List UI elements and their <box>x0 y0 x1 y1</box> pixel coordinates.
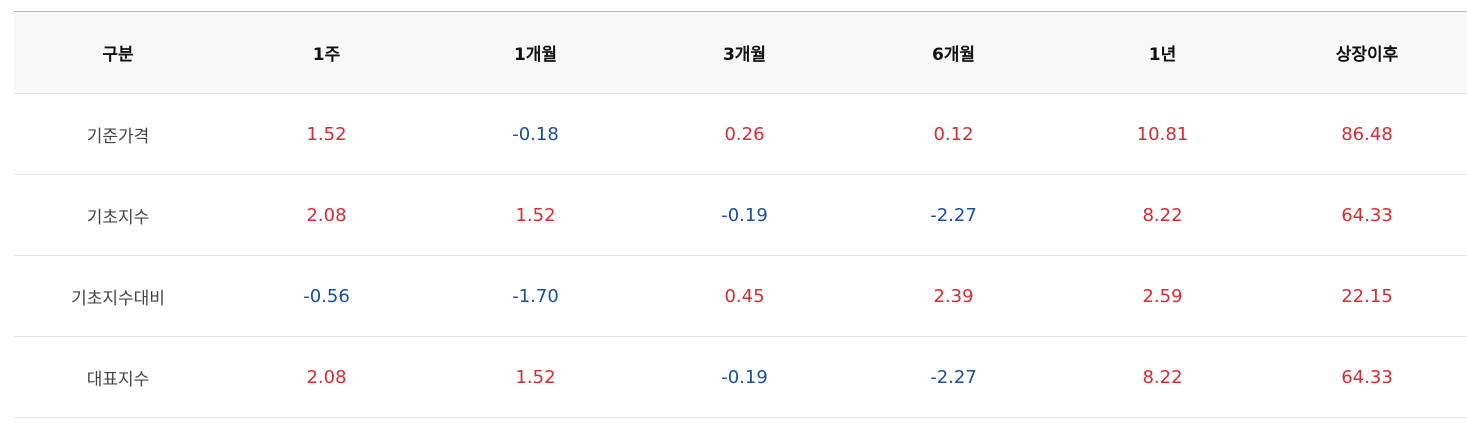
value-cell: 64.33 <box>1267 336 1467 418</box>
table-row: 기준가격 1.52 -0.18 0.26 0.12 10.81 86.48 <box>14 93 1467 175</box>
header-row: 구분 1주 1개월 3개월 6개월 1년 상장이후 <box>14 11 1467 94</box>
returns-table: 구분 1주 1개월 3개월 6개월 1년 상장이후 기준가격 1.52 -0.1… <box>14 11 1467 418</box>
header-1-month: 1개월 <box>431 11 640 94</box>
table-row: 대표지수 2.08 1.52 -0.19 -2.27 8.22 64.33 <box>14 336 1467 418</box>
value-cell: 8.22 <box>1058 174 1267 256</box>
header-category: 구분 <box>14 11 222 94</box>
value-cell: 2.08 <box>222 336 431 418</box>
value-cell: -0.56 <box>222 255 431 337</box>
value-cell: -0.19 <box>640 336 849 418</box>
header-1-week: 1주 <box>222 11 431 94</box>
row-label: 기준가격 <box>14 93 222 175</box>
header-6-months: 6개월 <box>849 11 1058 94</box>
value-cell: 64.33 <box>1267 174 1467 256</box>
header-3-months: 3개월 <box>640 11 849 94</box>
value-cell: 2.59 <box>1058 255 1267 337</box>
value-cell: -0.19 <box>640 174 849 256</box>
value-cell: 22.15 <box>1267 255 1467 337</box>
value-cell: 8.22 <box>1058 336 1267 418</box>
value-cell: -2.27 <box>849 336 1058 418</box>
table-body: 기준가격 1.52 -0.18 0.26 0.12 10.81 86.48 기초… <box>14 93 1467 418</box>
value-cell: 0.26 <box>640 93 849 175</box>
row-label: 기초지수대비 <box>14 255 222 337</box>
header-1-year: 1년 <box>1058 11 1267 94</box>
value-cell: -0.18 <box>431 93 640 175</box>
value-cell: -2.27 <box>849 174 1058 256</box>
table-row: 기초지수 2.08 1.52 -0.19 -2.27 8.22 64.33 <box>14 174 1467 256</box>
row-label: 기초지수 <box>14 174 222 256</box>
value-cell: 1.52 <box>431 174 640 256</box>
value-cell: 1.52 <box>222 93 431 175</box>
header-since-listing: 상장이후 <box>1267 11 1467 94</box>
table-row: 기초지수대비 -0.56 -1.70 0.45 2.39 2.59 22.15 <box>14 255 1467 337</box>
value-cell: 0.12 <box>849 93 1058 175</box>
table-header: 구분 1주 1개월 3개월 6개월 1년 상장이후 <box>14 11 1467 94</box>
value-cell: 2.39 <box>849 255 1058 337</box>
row-label: 대표지수 <box>14 336 222 418</box>
value-cell: 0.45 <box>640 255 849 337</box>
value-cell: 10.81 <box>1058 93 1267 175</box>
value-cell: -1.70 <box>431 255 640 337</box>
returns-table-container: 구분 1주 1개월 3개월 6개월 1년 상장이후 기준가격 1.52 -0.1… <box>14 11 1467 418</box>
value-cell: 1.52 <box>431 336 640 418</box>
value-cell: 2.08 <box>222 174 431 256</box>
value-cell: 86.48 <box>1267 93 1467 175</box>
